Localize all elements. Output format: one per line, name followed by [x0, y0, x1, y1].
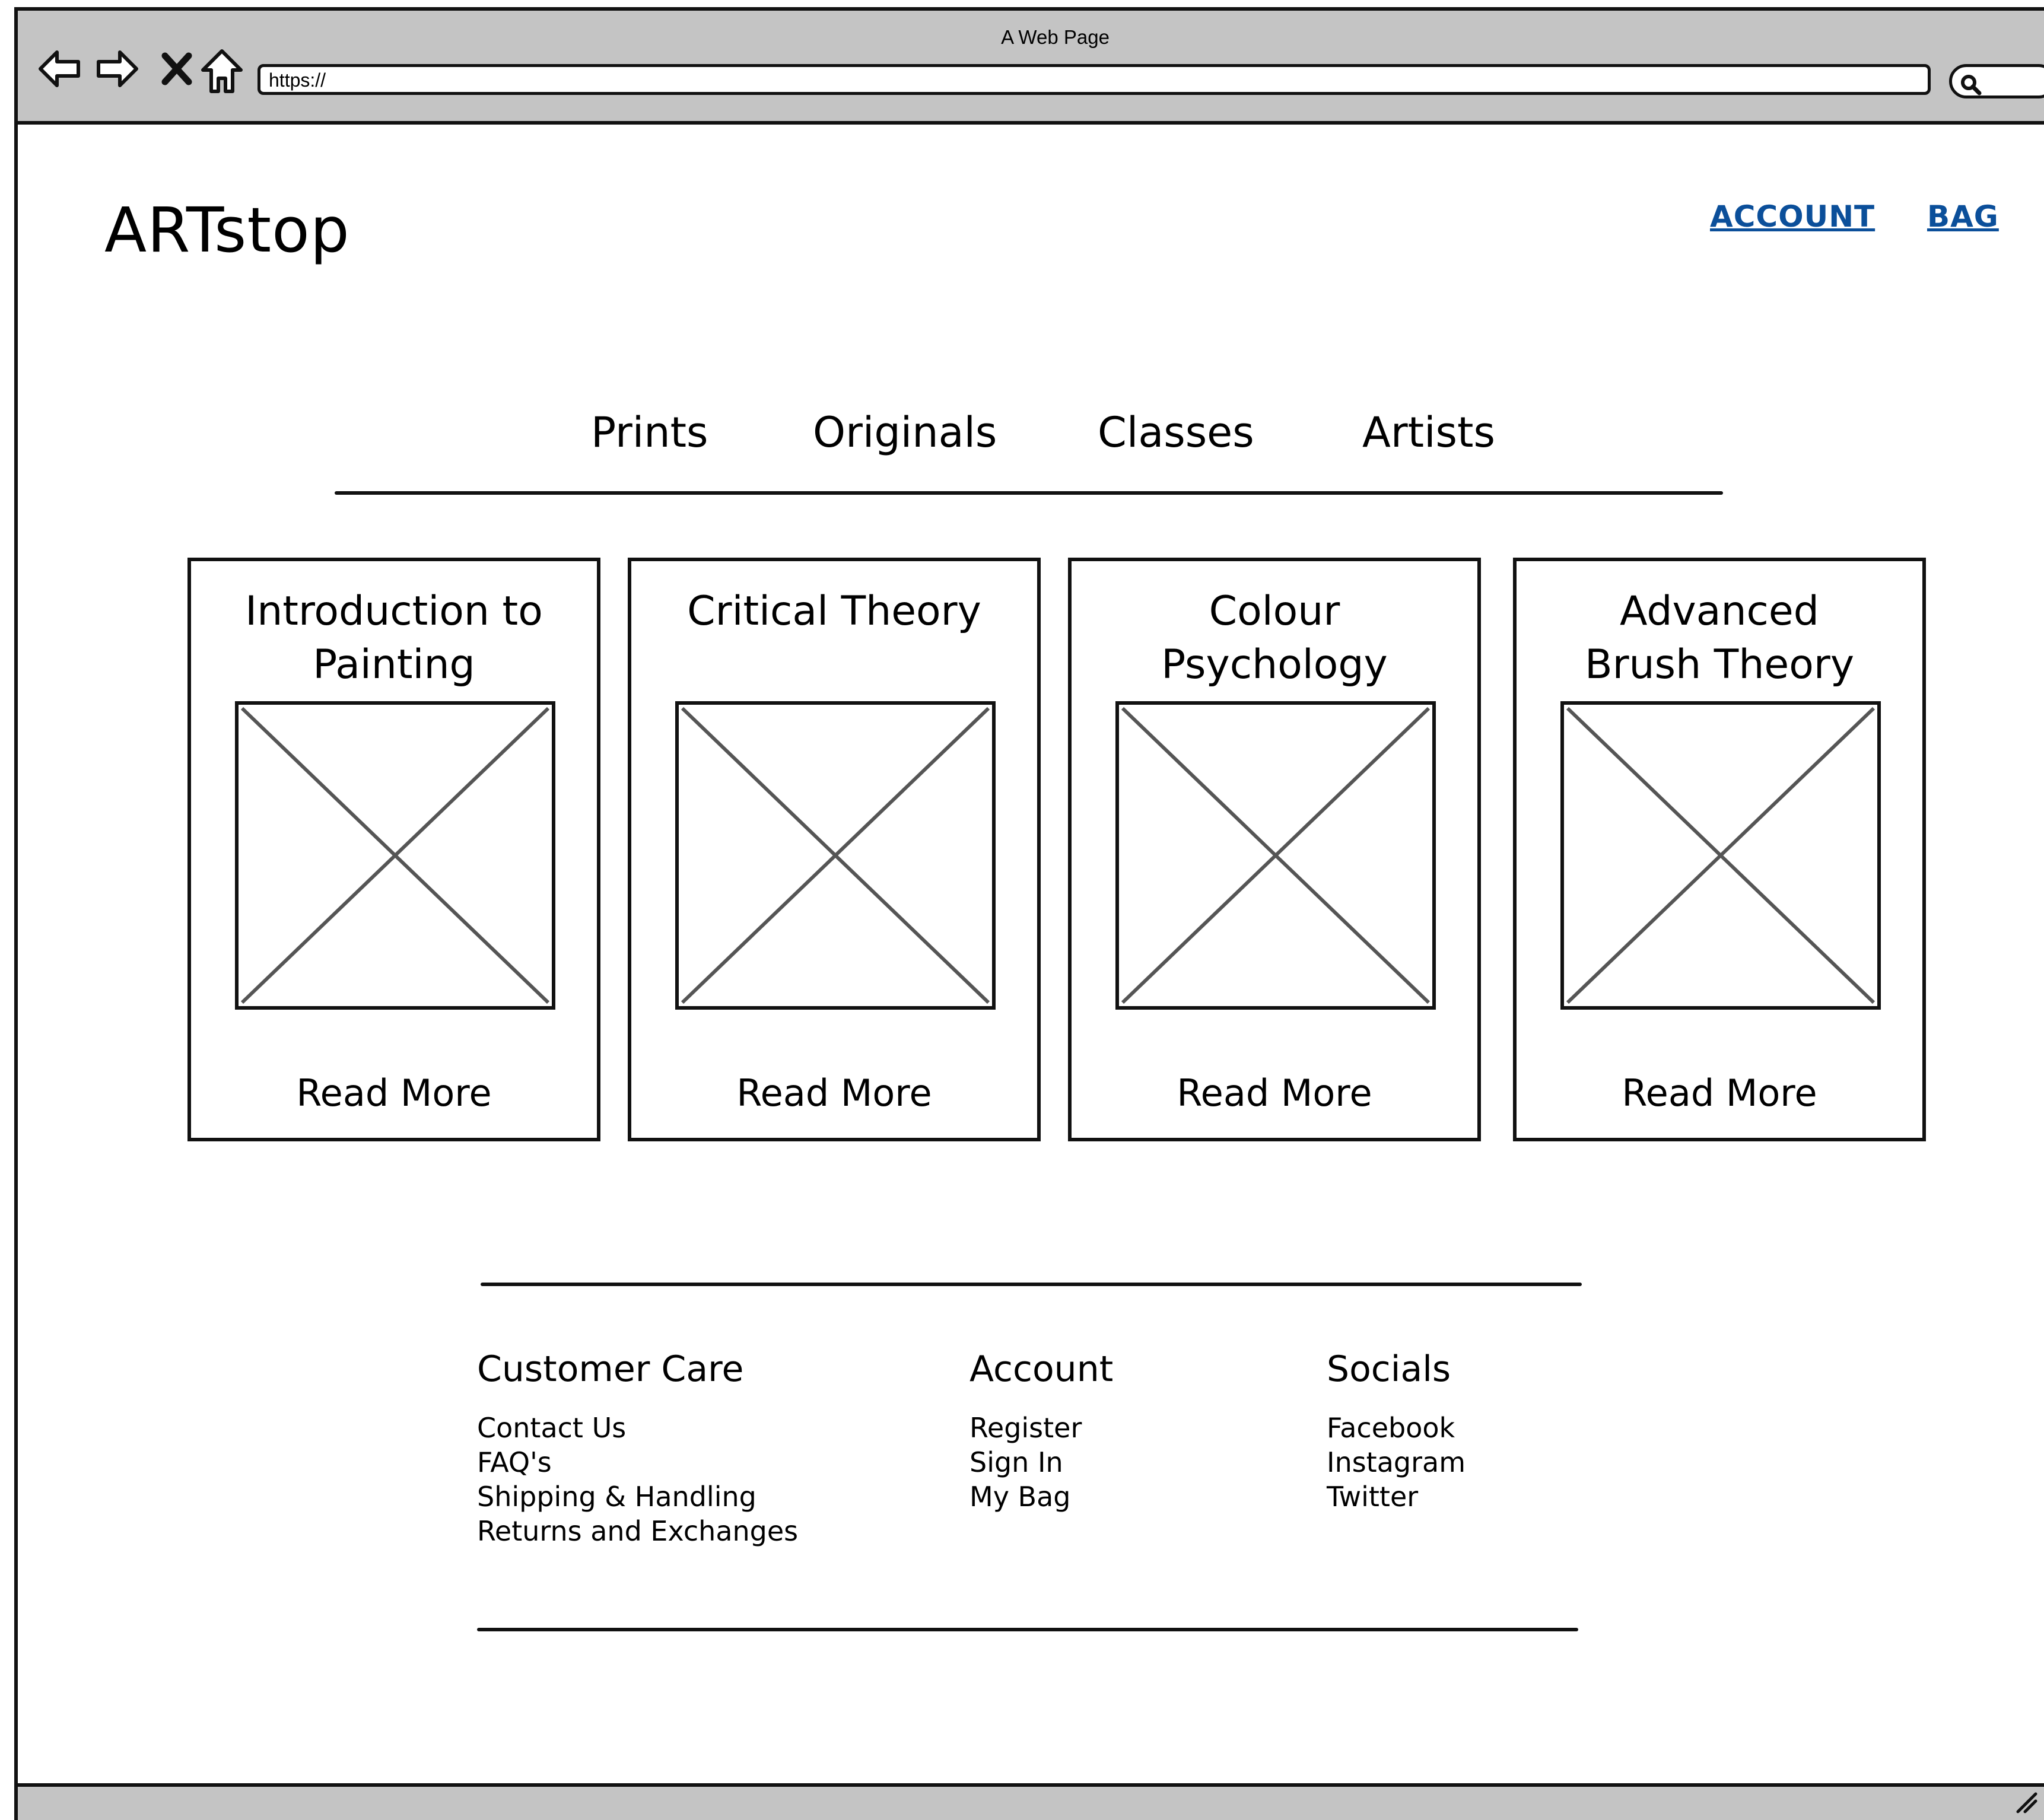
- browser-status-bar: [18, 1783, 2044, 1820]
- forward-arrow-icon[interactable]: [95, 46, 140, 94]
- window-title: A Web Page: [1001, 26, 1110, 48]
- footer-link-twitter[interactable]: Twitter: [1327, 1479, 1466, 1514]
- account-link[interactable]: ACCOUNT: [1710, 199, 1875, 234]
- browser-search-button[interactable]: [1949, 64, 2044, 98]
- read-more-button[interactable]: Read More: [631, 1071, 1037, 1115]
- class-card: Colour Psychology Read More: [1068, 558, 1481, 1141]
- footer-link-register[interactable]: Register: [969, 1411, 1113, 1445]
- url-text: https://: [269, 69, 326, 91]
- footer-link-facebook[interactable]: Facebook: [1327, 1411, 1466, 1445]
- class-card: Advanced Brush Theory Read More: [1513, 558, 1926, 1141]
- footer-bottom-divider: [477, 1628, 1578, 1631]
- image-placeholder-icon: [1115, 701, 1436, 1010]
- read-more-button[interactable]: Read More: [1072, 1071, 1477, 1115]
- footer-heading: Socials: [1327, 1348, 1451, 1390]
- footer-link-returns[interactable]: Returns and Exchanges: [477, 1514, 798, 1548]
- read-more-button[interactable]: Read More: [191, 1071, 597, 1115]
- card-title: Introduction to Painting: [245, 588, 543, 688]
- nav-item-originals[interactable]: Originals: [813, 412, 997, 453]
- nav-item-prints[interactable]: Prints: [591, 412, 708, 453]
- nav-item-classes[interactable]: Classes: [1098, 412, 1254, 453]
- footer-link-my-bag[interactable]: My Bag: [969, 1479, 1113, 1514]
- card-title: Critical Theory: [687, 588, 981, 635]
- class-card: Critical Theory Read More: [628, 558, 1041, 1141]
- back-arrow-icon[interactable]: [37, 46, 82, 94]
- footer-column-socials: Socials Facebook Instagram Twitter: [1327, 1351, 1466, 1514]
- footer-top-divider: [481, 1283, 1582, 1286]
- image-placeholder-icon: [235, 701, 555, 1010]
- footer-link-instagram[interactable]: Instagram: [1327, 1445, 1466, 1479]
- image-placeholder-icon: [1560, 701, 1881, 1010]
- close-icon[interactable]: [160, 51, 193, 89]
- nav-divider: [335, 491, 1723, 495]
- browser-window: A Web Page https:// ARTstop ACCOUNT BAG …: [14, 7, 2044, 1820]
- browser-toolbar: A Web Page https://: [18, 11, 2044, 125]
- card-title: Colour Psychology: [1161, 588, 1388, 688]
- site-logo[interactable]: ARTstop: [104, 199, 350, 261]
- footer-link-sign-in[interactable]: Sign In: [969, 1445, 1113, 1479]
- card-title: Advanced Brush Theory: [1584, 588, 1855, 688]
- class-card: Introduction to Painting Read More: [187, 558, 600, 1141]
- footer-heading: Customer Care: [477, 1348, 744, 1390]
- resize-grip-icon[interactable]: [2014, 1790, 2038, 1816]
- footer-column-account: Account Register Sign In My Bag: [969, 1351, 1113, 1514]
- footer-column-customer-care: Customer Care Contact Us FAQ's Shipping …: [477, 1351, 798, 1548]
- footer-link-contact-us[interactable]: Contact Us: [477, 1411, 798, 1445]
- footer-heading: Account: [969, 1348, 1114, 1390]
- read-more-button[interactable]: Read More: [1517, 1071, 1922, 1115]
- home-icon[interactable]: [199, 47, 244, 97]
- footer-link-faqs[interactable]: FAQ's: [477, 1445, 798, 1479]
- url-bar[interactable]: https://: [258, 64, 1931, 95]
- footer-link-shipping[interactable]: Shipping & Handling: [477, 1479, 798, 1514]
- image-placeholder-icon: [675, 701, 996, 1010]
- nav-item-artists[interactable]: Artists: [1362, 412, 1495, 453]
- bag-link[interactable]: BAG: [1927, 199, 1999, 234]
